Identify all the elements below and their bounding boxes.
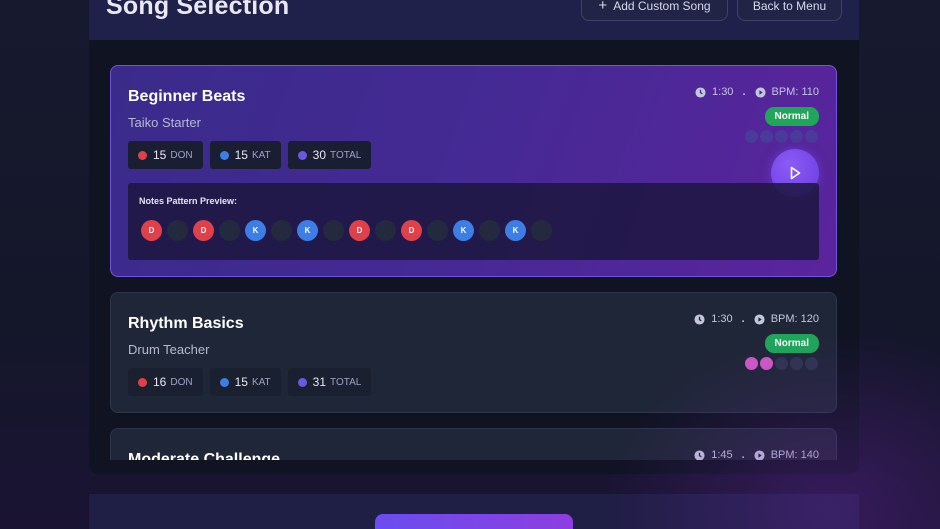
total-count: 30 [312,148,327,162]
song-title: Rhythm Basics [128,315,244,332]
kat-dot-icon [219,377,229,387]
note-kat: K [453,220,474,241]
song-bpm: BPM: 110 [771,86,820,98]
song-bpm: BPM: 140 [770,449,819,460]
note-empty [479,220,500,241]
add-custom-song-button[interactable]: + Add Custom Song [581,0,728,21]
difficulty-stars [745,357,818,370]
don-label: DON [170,149,193,161]
kat-label: KAT [251,376,271,388]
star-filled [760,130,773,143]
preview-title: Notes Pattern Preview: [139,196,238,206]
meta-separator: . [742,86,746,98]
back-to-menu-button[interactable]: Back to Menu [737,0,842,21]
don-dot-icon [138,150,147,160]
don-count-chip: 15 DON [128,141,203,169]
note-kat: K [245,220,266,241]
song-meta: 1:45 . BPM: 140 [694,449,819,460]
difficulty-stars [745,130,818,143]
kat-count-chip: 15 KAT [209,368,281,396]
meta-separator: . [741,449,745,460]
song-list[interactable]: Beginner Beats Taiko Starter 15 DON 15 K… [89,40,859,460]
don-count: 16 [153,375,167,389]
star-empty [805,130,818,143]
note-counts: 15 DON 15 KAT 30 TOTAL [128,141,372,169]
clock-icon [694,313,705,325]
kat-dot-icon [219,150,229,160]
note-don: D [193,220,214,241]
star-empty [775,357,788,370]
song-meta: 1:30 . BPM: 120 [694,313,819,325]
song-duration: 1:30 [712,86,734,98]
kat-count: 15 [234,148,248,162]
star-empty [805,357,818,370]
add-custom-song-label: Add Custom Song [613,0,711,13]
play-circle-icon [754,313,765,325]
star-filled [745,357,758,370]
page-title: Song Selection [106,0,290,20]
song-card-rhythm-basics[interactable]: Rhythm Basics Drum Teacher 16 DON 15 KAT… [110,292,837,413]
star-filled [760,357,773,370]
kat-count-chip: 15 KAT [209,141,281,169]
notes-pattern-preview: Notes Pattern Preview: D D K K D D K K [128,183,819,260]
note-empty [167,220,188,241]
don-count-chip: 16 DON [128,368,203,396]
back-to-menu-label: Back to Menu [752,0,827,13]
note-empty [375,220,396,241]
song-meta: 1:30 . BPM: 110 [695,86,819,98]
total-count: 31 [312,375,327,389]
star-filled [745,130,758,143]
song-artist: Drum Teacher [128,342,210,357]
meta-separator: . [741,313,745,325]
note-empty [531,220,552,241]
star-empty [790,357,803,370]
play-icon [790,166,801,180]
total-dot-icon [297,377,307,387]
note-empty [323,220,344,241]
kat-count: 15 [234,375,248,389]
clock-icon [695,86,706,98]
note-empty [427,220,448,241]
song-card-beginner-beats[interactable]: Beginner Beats Taiko Starter 15 DON 15 K… [110,65,837,277]
play-circle-icon [754,86,766,98]
don-dot-icon [138,377,147,387]
kat-label: KAT [251,149,271,161]
song-duration: 1:30 [711,313,733,325]
total-count-chip: 30 TOTAL [287,141,372,169]
play-circle-icon [754,449,765,460]
note-don: D [141,220,162,241]
song-duration: 1:45 [711,449,733,460]
note-empty [271,220,292,241]
difficulty-badge: Normal [764,107,819,126]
total-label: TOTAL [330,149,362,161]
clock-icon [694,449,705,460]
plus-icon: + [598,0,608,14]
note-don: D [401,220,422,241]
song-list-panel: Beginner Beats Taiko Starter 15 DON 15 K… [89,40,859,474]
note-kat: K [505,220,526,241]
song-card-moderate-challenge[interactable]: Moderate Challenge 1:45 . BPM: 140 [110,428,837,460]
note-kat: K [297,220,318,241]
note-don: D [349,220,370,241]
song-bpm: BPM: 120 [770,313,819,325]
start-button[interactable] [375,514,573,529]
don-label: DON [170,376,193,388]
notes-row: DDKKDDKK [141,220,552,241]
song-artist: Taiko Starter [128,115,201,130]
song-title: Beginner Beats [128,88,246,105]
note-empty [219,220,240,241]
note-counts: 16 DON 15 KAT 31 TOTAL [128,368,372,396]
total-dot-icon [297,150,307,160]
difficulty-badge: Normal [764,334,819,353]
song-title: Moderate Challenge [128,451,281,460]
star-empty [790,130,803,143]
star-empty [775,130,788,143]
total-count-chip: 31 TOTAL [287,368,372,396]
total-label: TOTAL [330,376,362,388]
don-count: 15 [153,148,167,162]
